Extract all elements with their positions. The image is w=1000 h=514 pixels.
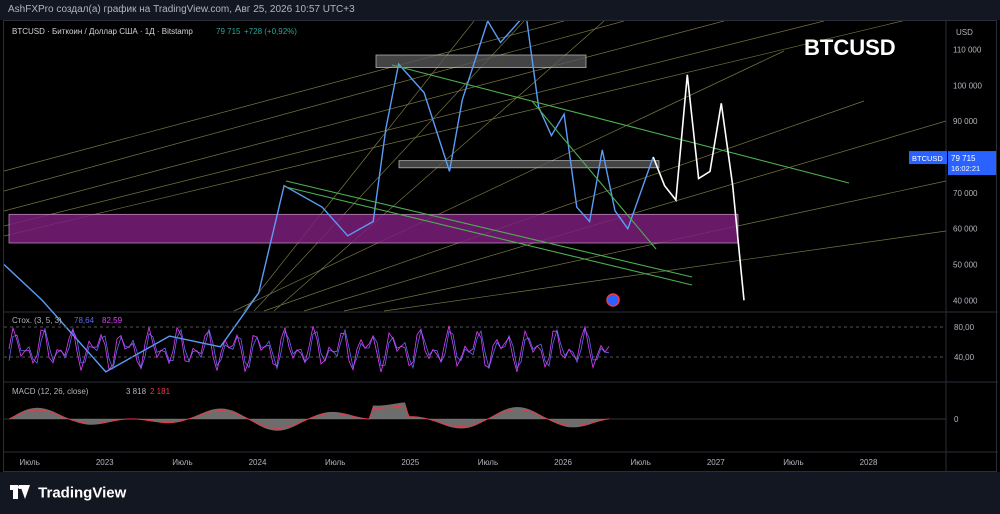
time-tick: Июль	[325, 458, 345, 467]
stoch-label: Стох. (3, 5, 3)	[12, 316, 62, 325]
chart-frame[interactable]: BTCUSD BTCUSD · Биткоин / Доллар США · 1Д…	[3, 20, 998, 473]
time-tick: 2024	[249, 458, 267, 467]
price-tick: 50 000	[953, 260, 978, 269]
macd-label: MACD (12, 26, close)	[12, 387, 89, 396]
tradingview-logo[interactable]: TradingView	[10, 484, 126, 502]
time-tick: Июль	[478, 458, 498, 467]
fib-line	[4, 21, 725, 212]
time-tick: Июль	[783, 458, 803, 467]
last-price-value: 79 715	[951, 154, 976, 163]
fib-line	[4, 21, 904, 237]
fib-line	[263, 100, 865, 312]
time-tick: 2025	[401, 458, 419, 467]
stoch-tick: 40,00	[954, 353, 975, 362]
price-zone	[398, 160, 660, 169]
fib-line	[4, 21, 825, 227]
time-tick: Июль	[630, 458, 650, 467]
fib-line	[343, 180, 947, 312]
footer: TradingView	[0, 472, 1000, 514]
stoch-d-value: 82,59	[102, 316, 123, 325]
legend-last: 79 715	[216, 27, 241, 36]
macd-value: 3 818	[126, 387, 147, 396]
macd-signal-value: 2 181	[150, 387, 171, 396]
countdown-value: 16:02:21	[951, 164, 980, 173]
legend-change: +728 (+0,92%)	[244, 27, 297, 36]
time-tick: 2026	[554, 458, 572, 467]
publisher-text: AshFXPro создал(а) график на TradingView…	[8, 4, 355, 15]
last-symbol-label: BTCUSD	[912, 154, 943, 163]
stoch-tick: 80,00	[954, 323, 975, 332]
event-flag-icon	[606, 293, 620, 307]
price-tick: 70 000	[953, 189, 978, 198]
legend-symbol: BTCUSD · Биткоин / Доллар США · 1Д · Bit…	[12, 27, 193, 36]
chart-svg[interactable]: BTCUSD BTCUSD · Биткоин / Доллар США · 1Д…	[4, 21, 998, 473]
time-tick: 2028	[860, 458, 878, 467]
price-tick: 60 000	[953, 225, 978, 234]
time-tick: Июль	[172, 458, 192, 467]
brand-text: TradingView	[38, 484, 127, 502]
stoch-k-value: 78,64	[74, 316, 95, 325]
time-tick: Июль	[19, 458, 39, 467]
tradingview-mark-icon	[10, 485, 30, 499]
macd-tick: 0	[954, 415, 959, 424]
time-tick: 2023	[96, 458, 114, 467]
macd-histogram	[9, 402, 609, 431]
currency-label: USD	[956, 28, 973, 37]
publisher-bar: AshFXPro создал(а) график на TradingView…	[0, 0, 1000, 20]
price-zone	[375, 54, 587, 68]
price-tick: 110 000	[953, 46, 982, 55]
price-tick: 40 000	[953, 296, 978, 305]
watermark-text: BTCUSD	[804, 35, 896, 60]
fib-line	[233, 50, 785, 312]
price-tick: 90 000	[953, 117, 978, 126]
price-tick: 100 000	[953, 81, 982, 90]
time-tick: 2027	[707, 458, 725, 467]
